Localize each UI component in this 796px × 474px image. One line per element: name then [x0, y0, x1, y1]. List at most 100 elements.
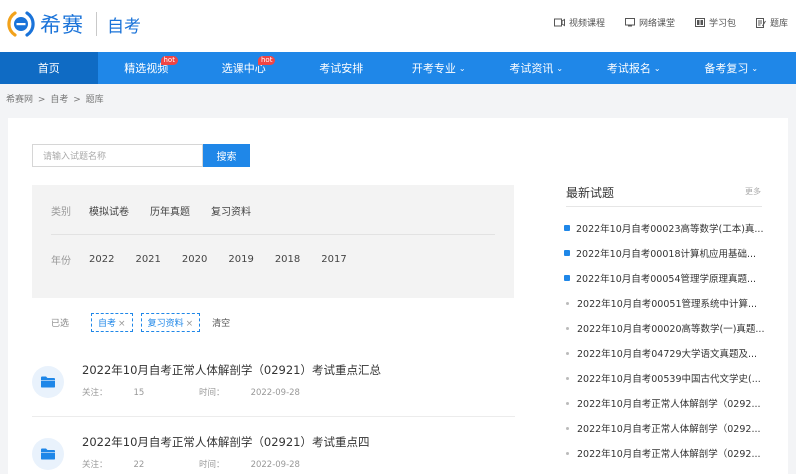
toplink-label: 题库: [769, 19, 788, 29]
bullet-dot-icon: [566, 351, 569, 355]
question-icon: [564, 225, 570, 231]
toplink-label: 学习包: [708, 19, 736, 29]
toplink-classroom[interactable]: 网络课堂: [624, 16, 675, 29]
selected-tag[interactable]: 自考 ×: [91, 313, 133, 332]
tag-label: 自考: [98, 319, 117, 329]
sidebar-item[interactable]: 2022年10月自考04729大学语文真题及...: [564, 346, 764, 360]
filter-option[interactable]: 2017: [321, 254, 346, 265]
sidebar-item[interactable]: 2022年10月自考00051管理系统中计算...: [564, 296, 764, 310]
item-title[interactable]: 2022年10月自考正常人体解剖学（02921）考试重点四: [82, 434, 369, 450]
filter-option[interactable]: 2022: [89, 254, 114, 265]
sidebar-item[interactable]: 2022年10月自考00539中国古代文学史(...: [564, 371, 764, 385]
breadcrumb: 希赛网 > 自考 > 题库: [6, 92, 106, 105]
sidebar-item-label: 2022年10月自考00539中国古代文学史(...: [577, 374, 761, 385]
item-meta: 关注： 22 时间： 2022-09-28: [82, 458, 352, 470]
sidebar-item[interactable]: 2022年10月自考正常人体解剖学（0292...: [564, 446, 764, 460]
sidebar-item-label: 2022年10月自考正常人体解剖学（0292...: [577, 424, 761, 435]
time-label: 时间：: [199, 460, 225, 470]
toplink-video[interactable]: 视频课程: [553, 16, 605, 29]
video-icon: [553, 18, 565, 27]
follow-value: 15: [133, 388, 145, 398]
nav-item-review[interactable]: 备考复习 ⌄: [683, 52, 781, 84]
bullet-dot-icon: [566, 326, 569, 330]
sidebar-item[interactable]: 2022年10月自考正常人体解剖学（0292...: [564, 396, 764, 410]
nav-label: 考试报名: [606, 62, 651, 75]
breadcrumb-current: 题库: [85, 95, 104, 105]
filter-option[interactable]: 模拟试卷: [89, 203, 129, 218]
time-value: 2022-09-28: [250, 388, 300, 398]
content-card: 请输入试题名称 搜索 类别 模拟试卷 历年真题 复习资料 年份 2022 202…: [8, 118, 788, 474]
nav-item-exam-schedule[interactable]: 考试安排: [293, 52, 391, 84]
question-bank-icon: [755, 17, 766, 28]
breadcrumb-zikao[interactable]: 自考: [50, 95, 68, 105]
question-icon: [564, 275, 570, 281]
filter-row-category: 类别 模拟试卷 历年真题 复习资料: [51, 203, 272, 218]
clear-filters-button[interactable]: 清空: [212, 316, 230, 329]
sidebar-item-label: 2022年10月自考00023高等数学(工本)真...: [576, 224, 764, 235]
nav-label: 备考复习: [704, 62, 749, 75]
sidebar-item[interactable]: 2022年10月自考00054管理学原理真题...: [564, 271, 764, 285]
breadcrumb-separator: >: [73, 95, 81, 105]
remove-tag-icon[interactable]: ×: [186, 319, 194, 329]
site-logo[interactable]: 希赛 自考: [6, 9, 141, 39]
nav-item-majors[interactable]: 开考专业 ⌄: [390, 52, 488, 84]
nav-item-registration[interactable]: 考试报名 ⌄: [585, 52, 683, 84]
sidebar-item[interactable]: 2022年10月自考正常人体解剖学（0292...: [564, 421, 764, 435]
package-icon: [694, 18, 705, 27]
filter-option[interactable]: 2020: [182, 254, 207, 265]
nav-item-home[interactable]: 首页: [0, 52, 98, 84]
time-value: 2022-09-28: [250, 460, 300, 470]
sidebar-item[interactable]: 2022年10月自考00023高等数学(工本)真...: [564, 221, 764, 235]
hot-badge: hot: [160, 56, 178, 65]
sidebar-item-label: 2022年10月自考00020高等数学(一)真题...: [577, 324, 764, 335]
sidebar-more-link[interactable]: 更多: [745, 186, 761, 197]
nav-item-exam-news[interactable]: 考试资讯 ⌄: [488, 52, 586, 84]
question-icon: [564, 250, 570, 256]
selected-label: 已选: [51, 319, 70, 329]
chevron-down-icon: ⌄: [653, 63, 661, 73]
selected-filters: 已选 自考 × 复习资料 × 清空: [51, 313, 230, 332]
tag-label: 复习资料: [147, 319, 184, 329]
filter-option[interactable]: 历年真题: [150, 203, 190, 218]
bullet-dot-icon: [566, 401, 569, 405]
logo-name: 希赛: [40, 13, 84, 37]
follow-value: 22: [133, 460, 145, 470]
filter-divider: [51, 234, 495, 235]
item-title[interactable]: 2022年10月自考正常人体解剖学（02921）考试重点汇总: [82, 362, 381, 378]
sidebar-item-label: 2022年10月自考正常人体解剖学（0292...: [577, 449, 761, 460]
time-label: 时间：: [199, 388, 225, 398]
selected-tag[interactable]: 复习资料 ×: [140, 313, 201, 332]
filter-row-year: 年份 2022 2021 2020 2019 2018 2017: [51, 252, 368, 267]
filter-option[interactable]: 2021: [135, 254, 160, 265]
nav-label: 首页: [37, 62, 60, 75]
logo-divider: [96, 12, 97, 36]
publish-time: 时间： 2022-09-28: [199, 460, 326, 470]
sidebar-item-label: 2022年10月自考04729大学语文真题及...: [577, 349, 758, 360]
sidebar-divider: [566, 206, 762, 207]
nav-item-featured-videos[interactable]: 精选视频 hot: [98, 52, 196, 84]
bullet-dot-icon: [566, 301, 569, 305]
chevron-down-icon: ⌄: [751, 63, 759, 73]
search-input[interactable]: 请输入试题名称: [32, 144, 203, 167]
sidebar-title: 最新试题: [566, 186, 615, 200]
filter-option[interactable]: 2019: [228, 254, 253, 265]
chevron-down-icon: ⌄: [556, 63, 564, 73]
sidebar-item[interactable]: 2022年10月自考00020高等数学(一)真题...: [564, 321, 764, 335]
toplink-label: 网络课堂: [638, 19, 675, 29]
search-button[interactable]: 搜索: [203, 144, 250, 167]
filter-option[interactable]: 复习资料: [211, 203, 251, 218]
hot-badge: hot: [258, 56, 276, 65]
folder-icon: [32, 438, 64, 470]
toplink-package[interactable]: 学习包: [694, 16, 736, 29]
remove-tag-icon[interactable]: ×: [118, 319, 126, 329]
item-meta: 关注： 15 时间： 2022-09-28: [82, 386, 352, 398]
filter-option[interactable]: 2018: [275, 254, 300, 265]
filter-label: 类别: [51, 207, 71, 218]
nav-item-course-center[interactable]: 选课中心 hot: [195, 52, 293, 84]
bullet-dot-icon: [566, 451, 569, 455]
follow-label: 关注：: [82, 460, 108, 470]
breadcrumb-home[interactable]: 希赛网: [6, 95, 33, 105]
sidebar-item[interactable]: 2022年10月自考00018计算机应用基础...: [564, 246, 764, 260]
publish-time: 时间： 2022-09-28: [199, 388, 326, 398]
toplink-question-bank[interactable]: 题库: [755, 16, 788, 29]
